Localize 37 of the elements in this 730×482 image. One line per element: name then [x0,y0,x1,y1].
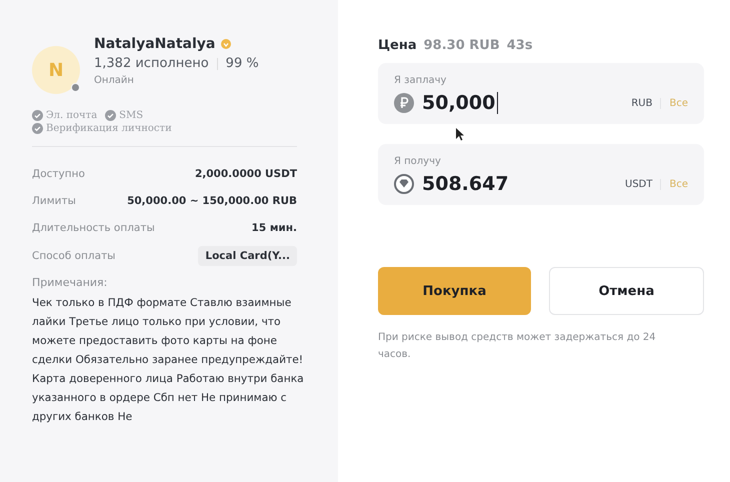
merchant-name: NatalyaNatalya [94,36,216,52]
currency-label: USDT [625,178,652,190]
amount-field[interactable]: Я получу 508.647 USDT Все [378,144,704,205]
price-value: 98.30 RUB [424,38,500,53]
detail-value: 2,000.0000 USDT [194,168,297,180]
amount-field[interactable]: Я заплачу 50,000 RUB Все [378,63,704,124]
detail-label: Длительность оплаты [32,222,155,234]
completion-rate: 99 % [226,56,259,71]
online-status: Онлайн [94,75,135,86]
badge-icon [221,39,232,49]
detail-label: Лимиты [32,194,76,206]
cancel-button[interactable]: Отмена [549,267,704,315]
detail-label: Способ оплаты [32,250,116,262]
detail-label: Доступно [32,168,85,180]
avatar: N [32,46,80,94]
price-label: Цена [378,38,417,53]
payment-method-tag: Local Card(Y... [198,246,297,266]
amount-value: 50,000 [422,92,498,114]
coin-icon [394,174,414,194]
notes-text: Чек только в ПДФ формате Ставлю взаимные лайки Третье лицо только при условии, что можете предоставить фото карты на фоне сделки Обязательно заранее предупреждайте! Карта доверенного лица Работаю внутри банка указанного в ордере Сбп нет Не принимаю с других банков Не [32,295,304,425]
currency-label: RUB [631,98,652,108]
status-dot [71,83,80,92]
verification-label: Эл. почта [46,110,98,121]
detail-value: 50,000.00 ~ 150,000.00 RUB [127,194,297,206]
notes-label: Примечания: [32,276,108,289]
verification-label: Верификация личности [46,123,172,134]
price-timer: 43s [506,38,533,53]
detail-value: 15 мин. [252,222,297,234]
amount-label: Я заплачу [394,75,448,86]
buy-button[interactable]: Покупка [378,267,531,315]
risk-note: При риске вывод средств может задержаться до 24 часов. [378,331,657,362]
verification-label: SMS [119,110,144,121]
amount-value: 508.647 [422,173,510,195]
ruble-coin-icon [394,93,414,113]
mouse-cursor-icon [456,128,465,141]
orders-count: 1,382 исполнено [94,56,209,71]
amount-label: Я получу [394,156,442,167]
